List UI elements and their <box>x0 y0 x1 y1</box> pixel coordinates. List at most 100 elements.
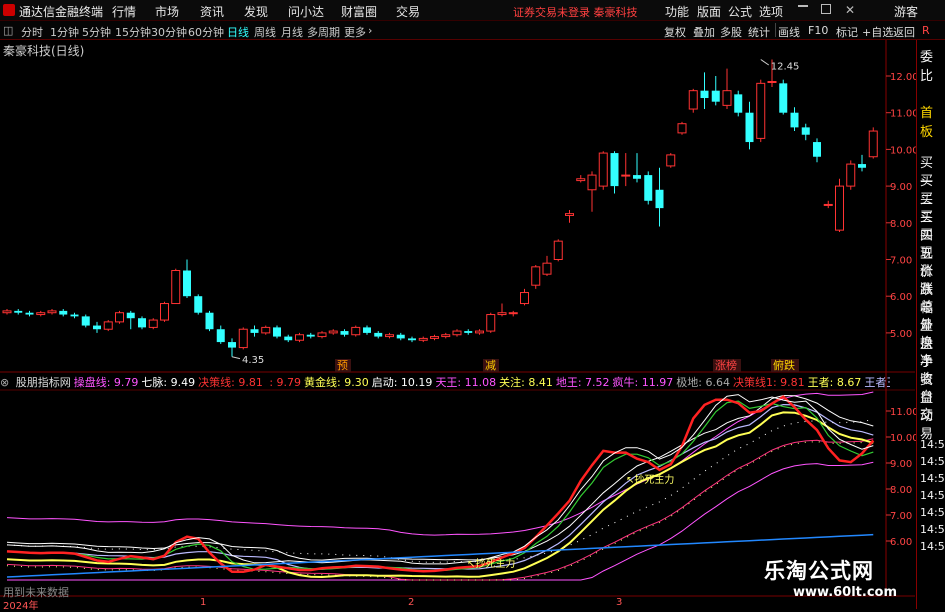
x-tick-1: 1 <box>200 597 207 608</box>
x-axis-year: 2024年 <box>3 601 39 612</box>
button-add-watchlist[interactable]: +自选 <box>862 24 893 40</box>
line-juece <box>6 395 875 574</box>
candle-body-down <box>464 331 473 333</box>
chevron-right-icon[interactable]: › <box>368 24 372 37</box>
candle-body-up <box>385 334 394 338</box>
indicator-value: 关注: 8.41 <box>499 376 553 389</box>
candle-body-up <box>508 312 518 315</box>
candle-body-up <box>351 326 361 336</box>
candle-body-down <box>644 175 653 201</box>
menu-caifuquan[interactable]: 财富圈 <box>341 3 377 20</box>
candle-body-up <box>846 163 856 187</box>
minimize-icon[interactable] <box>798 5 808 15</box>
menu-bar: 通达信金融终端 行情 市场 资讯 发现 问小达 财富圈 交易 证券交易未登录 秦… <box>0 0 945 21</box>
indicator-name[interactable]: 股朋指标网 <box>16 376 71 389</box>
candle-body-down <box>396 334 405 339</box>
indicator-axis-label: 7.00 <box>890 511 912 522</box>
low-pointer <box>231 356 241 360</box>
menu-faxian[interactable]: 发现 <box>244 3 268 20</box>
menu-shichang[interactable]: 市场 <box>155 3 179 20</box>
candle-body-down <box>801 127 810 135</box>
sidebar-top-label: R <box>922 24 930 37</box>
callout-lower: ↖抄死主力 <box>467 557 515 570</box>
candle-body-down <box>273 327 281 337</box>
button-huaxian[interactable]: 画线 <box>778 24 800 40</box>
candle-body-up <box>441 334 451 338</box>
sidebar-time: 14:56 <box>920 540 945 553</box>
stock-chart[interactable]: 12.00 11.00 10.00 9.00 8.00 7.00 6.00 5.00 11.00… <box>0 40 945 609</box>
menu-wenxiaoda[interactable]: 问小达 <box>288 3 324 20</box>
candle-body-up <box>598 152 608 187</box>
button-diejia[interactable]: 叠加 <box>693 24 715 40</box>
button-back[interactable]: 返回 <box>893 24 915 40</box>
price-axis-label: 7.00 <box>890 256 912 267</box>
price-axis-label: 11.00 <box>890 109 919 120</box>
button-biaoji[interactable]: 标记 <box>836 24 858 40</box>
sidebar-time: 14:56 <box>920 506 945 519</box>
candle-body-up <box>565 213 574 216</box>
menu-gongneng[interactable]: 功能 <box>665 3 689 20</box>
button-fuquan[interactable]: 复权 <box>664 24 686 40</box>
line-wangzhewang <box>6 403 874 570</box>
candle-body-up <box>576 178 586 182</box>
candle-body-up <box>160 303 169 321</box>
sidebar-time: 14:56 <box>920 489 945 502</box>
candle-body-up <box>115 312 124 323</box>
indicator-settings-icon[interactable]: ⊗ <box>0 376 13 389</box>
price-axis-label: 8.00 <box>890 219 912 230</box>
candle-body-up <box>148 319 158 328</box>
button-tongji[interactable]: 统计 <box>748 24 770 40</box>
tab-15min[interactable]: 15分钟 <box>115 24 151 40</box>
sidebar-time: 14:56 <box>920 523 945 536</box>
marker-text: 涨榜 <box>715 358 737 372</box>
close-icon[interactable]: ✕ <box>845 3 855 17</box>
menu-xuanxiang[interactable]: 选项 <box>759 3 783 20</box>
maximize-icon[interactable] <box>821 4 831 14</box>
high-label: 12.45 <box>771 61 800 72</box>
candle-body-down <box>340 331 349 335</box>
candle-body-up <box>621 174 631 177</box>
candle-body-up <box>688 90 698 110</box>
tab-1min[interactable]: 1分钟 <box>50 24 79 40</box>
tab-weekly[interactable]: 周线 <box>254 24 276 40</box>
candle-body-down <box>284 336 293 341</box>
candle-body-down <box>374 332 383 337</box>
indicator-value: 地王: 7.52 <box>555 376 610 389</box>
high-pointer <box>760 59 770 66</box>
indicator-value: 操盘线: 9.79 <box>73 376 139 389</box>
tab-30min[interactable]: 30分钟 <box>151 24 187 40</box>
tab-60min[interactable]: 60分钟 <box>188 24 224 40</box>
candle-body-down <box>655 189 664 209</box>
candle-body-up <box>868 130 878 158</box>
candle-body-down <box>790 112 799 128</box>
tab-fenshi[interactable]: 分时 <box>21 24 43 40</box>
tab-monthly[interactable]: 月线 <box>281 24 303 40</box>
candle-body-up <box>677 123 687 134</box>
tab-5min[interactable]: 5分钟 <box>82 24 111 40</box>
tab-more[interactable]: 更多 <box>344 24 366 40</box>
sidebar-label: 委比 <box>920 50 934 84</box>
candle-body-up <box>756 82 766 139</box>
indicator-value: 天王: 11.08 <box>435 376 497 389</box>
tab-daily[interactable]: 日线 <box>227 24 249 40</box>
candle-body-down <box>14 310 23 313</box>
button-f10[interactable]: F10 <box>808 24 828 37</box>
tab-multiperiod[interactable]: 多周期 <box>307 24 340 40</box>
back-icon[interactable]: ◫ <box>3 24 13 37</box>
candle-body-up <box>295 334 304 341</box>
menu-hangqing[interactable]: 行情 <box>112 3 136 20</box>
menu-zixun[interactable]: 资讯 <box>200 3 224 20</box>
guest-label[interactable]: 游客 <box>894 3 918 20</box>
app-title: 通达信金融终端 <box>19 5 104 19</box>
candle-body-up <box>238 328 248 349</box>
candle-body-down <box>194 296 203 313</box>
sidebar-label: 首板 <box>920 106 934 140</box>
menu-gongshi[interactable]: 公式 <box>728 3 752 20</box>
quote-sidebar: 委比首板买一买二买三买四买五现价涨跌涨幅总量外盘换手净资收益自动交易14:561… <box>916 40 945 609</box>
indicator-value: 疯牛: 11.97 <box>612 376 674 389</box>
button-duogu[interactable]: 多股 <box>720 24 742 40</box>
price-axis-label: 12.00 <box>890 72 919 83</box>
menu-banmian[interactable]: 版面 <box>697 3 721 20</box>
menu-jiaoyi[interactable]: 交易 <box>396 3 420 20</box>
candle-body-up <box>47 310 57 314</box>
